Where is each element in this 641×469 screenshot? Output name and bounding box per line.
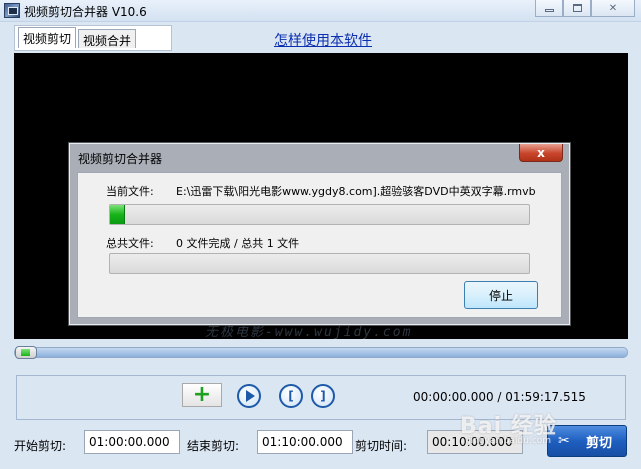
total-files-status: 0 文件完成 / 总共 1 文件 — [176, 237, 300, 250]
maximize-button[interactable] — [563, 0, 591, 17]
close-icon: ✕ — [608, 2, 618, 14]
help-link[interactable]: 怎样使用本软件 — [274, 30, 372, 50]
total-files-label: 总共文件: — [106, 237, 154, 250]
end-cut-input[interactable]: 01:10:00.000 — [257, 430, 353, 454]
progress-dialog: 视频剪切合并器 x 当前文件: E:\迅雷下载\阳光电影www.ygdy8.co… — [69, 143, 570, 325]
brand-watermark-url: jingyan.baidu.com — [468, 436, 552, 446]
start-cut-label: 开始剪切: — [14, 439, 67, 453]
start-cut-input[interactable]: 01:00:00.000 — [84, 430, 180, 454]
scissors-icon: ✂ — [558, 433, 570, 449]
app-film-icon — [4, 3, 20, 18]
time-readout: 00:00:00.000 / 01:59:17.515 — [413, 390, 586, 404]
stop-button[interactable]: 停止 — [464, 281, 538, 309]
cut-button-label: 剪切 — [585, 435, 612, 451]
close-window-button[interactable]: ✕ — [591, 0, 635, 17]
seek-thumb[interactable] — [15, 346, 37, 359]
close-icon: x — [537, 145, 545, 160]
cut-duration-label: 剪切时间: — [355, 439, 408, 453]
mode-tabs: 视频剪切 视频合并 — [14, 25, 172, 51]
total-progress — [109, 253, 530, 274]
bracket-left-icon: [ — [288, 389, 294, 403]
current-file-progress-fill — [110, 205, 125, 224]
window-title: 视频剪切合并器 V10.6 — [24, 5, 147, 19]
tab-video-cut[interactable]: 视频剪切 — [18, 27, 77, 48]
window-controls: ✕ — [535, 0, 635, 17]
dialog-close-button[interactable]: x — [519, 144, 563, 162]
dialog-body: 当前文件: E:\迅雷下载\阳光电影www.ygdy8.com].超验骇客DVD… — [77, 172, 562, 318]
current-file-label: 当前文件: — [106, 185, 154, 198]
seek-bar[interactable] — [14, 346, 628, 359]
tab-video-merge[interactable]: 视频合并 — [78, 29, 137, 48]
plus-icon: + — [192, 382, 212, 407]
play-icon — [246, 390, 255, 402]
minimize-button[interactable] — [535, 0, 563, 17]
current-file-progress — [109, 204, 530, 225]
play-button[interactable] — [237, 384, 261, 408]
mark-start-button[interactable]: [ — [279, 384, 303, 408]
add-file-button[interactable]: + — [182, 383, 222, 407]
bracket-right-icon: ] — [320, 389, 326, 403]
end-cut-label: 结束剪切: — [187, 439, 240, 453]
minimize-icon — [544, 8, 554, 12]
cut-button[interactable]: ✂ 剪切 — [547, 425, 627, 457]
mark-end-button[interactable]: ] — [311, 384, 335, 408]
title-bar: 视频剪切合并器 V10.6 ✕ — [0, 0, 641, 22]
current-file-path: E:\迅雷下载\阳光电影www.ygdy8.com].超验骇客DVD中英双字幕.… — [176, 185, 536, 198]
maximize-icon — [572, 4, 582, 12]
dialog-title: 视频剪切合并器 — [78, 152, 163, 166]
